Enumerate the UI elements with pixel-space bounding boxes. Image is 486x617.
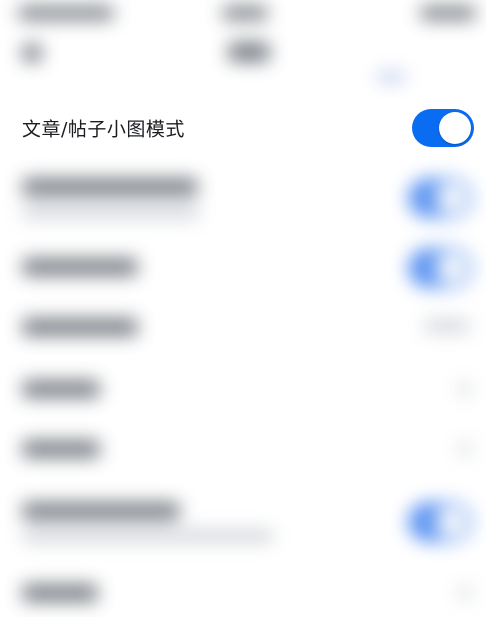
- row-2-subtitle: [22, 206, 200, 218]
- row-7-toggle: [408, 502, 472, 542]
- back-icon: [22, 44, 42, 62]
- row-5-chevron: [460, 382, 470, 396]
- status-bar-center: [222, 6, 268, 20]
- row-6-chevron: [460, 442, 470, 456]
- row-3-toggle: [408, 248, 472, 288]
- toggle-thumb: [439, 112, 471, 144]
- small-image-mode-toggle[interactable]: [412, 109, 474, 147]
- row-5-title: [22, 380, 100, 398]
- row-4-title: [22, 318, 138, 336]
- settings-row-small-image-mode[interactable]: 文章/帖子小图模式: [0, 98, 486, 158]
- blurred-background: [0, 0, 486, 617]
- row-8-title: [22, 584, 98, 602]
- row-8-chevron: [460, 586, 470, 600]
- status-bar-right: [420, 6, 476, 20]
- row-4-value: [424, 320, 470, 332]
- row-3-title: [22, 258, 138, 276]
- row-2-title: [22, 178, 198, 196]
- nav-hint: [376, 72, 406, 82]
- status-bar-left: [18, 6, 114, 20]
- row-6-title: [22, 440, 100, 458]
- settings-screen: 文章/帖子小图模式: [0, 0, 486, 617]
- small-image-mode-label: 文章/帖子小图模式: [22, 118, 185, 141]
- row-7-subtitle: [22, 530, 274, 542]
- row-7-title: [22, 502, 180, 520]
- row-2-toggle: [408, 178, 472, 218]
- nav-title: [228, 42, 270, 62]
